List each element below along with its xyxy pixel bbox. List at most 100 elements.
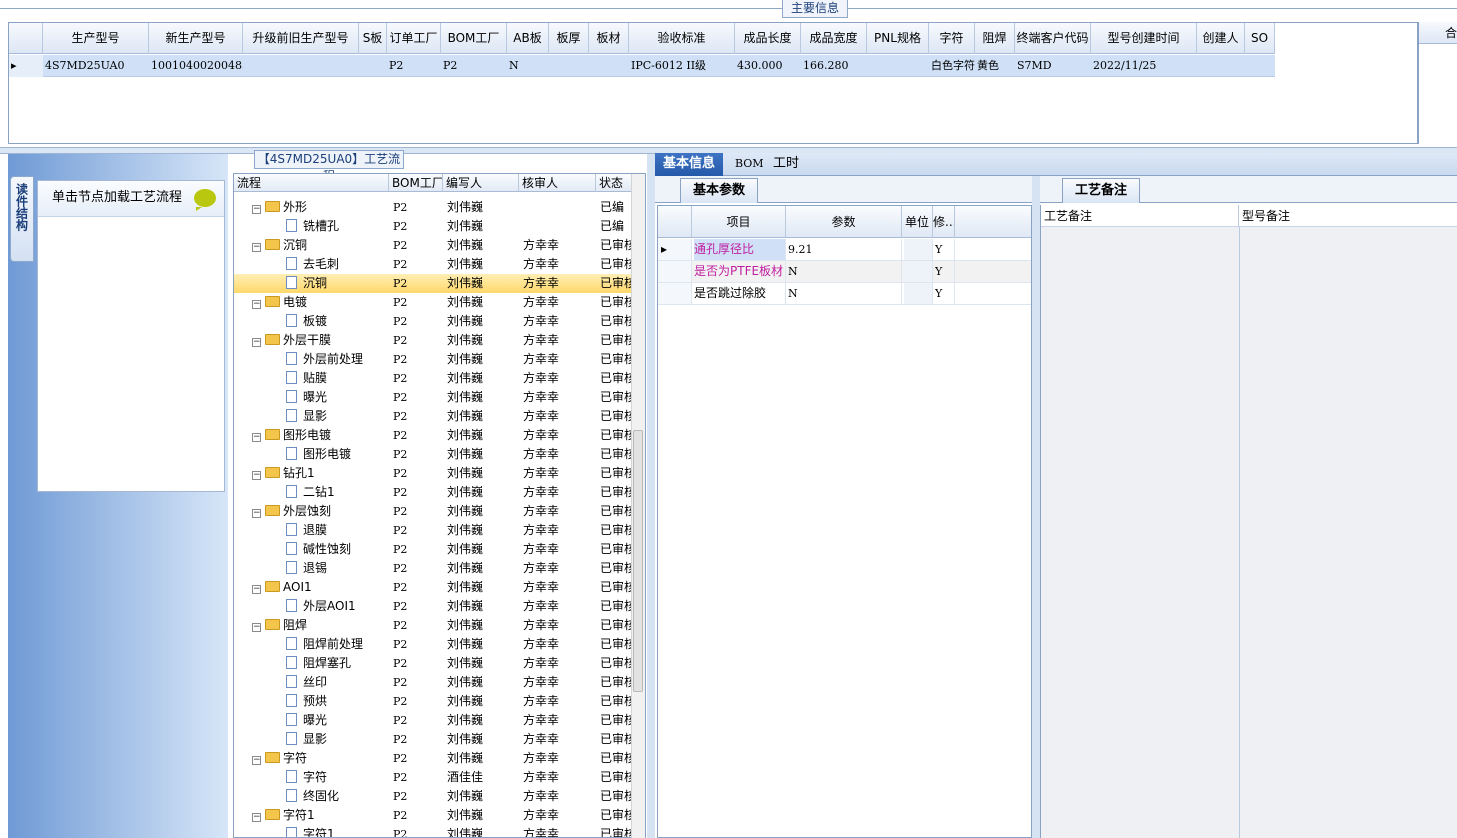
tree-row[interactable]: 阻焊前处理 P2 刘伟巍 方幸幸 已审核: [234, 635, 632, 654]
right-splitter[interactable]: [1032, 176, 1040, 838]
tree-row[interactable]: 终固化 P2 刘伟巍 方幸幸 已审核: [234, 787, 632, 806]
collapse-icon[interactable]: −: [252, 623, 261, 632]
vertical-tab-structure[interactable]: 读件结构: [10, 176, 34, 262]
collapse-icon[interactable]: −: [252, 585, 261, 594]
tree-row[interactable]: − 字符 P2 刘伟巍 方幸幸 已审核: [234, 749, 632, 768]
tree-row[interactable]: 阻焊塞孔 P2 刘伟巍 方幸幸 已审核: [234, 654, 632, 673]
tree-row[interactable]: 显影 P2 刘伟巍 方幸幸 已审核: [234, 407, 632, 426]
tree-row[interactable]: 图形电镀 P2 刘伟巍 方幸幸 已审核: [234, 445, 632, 464]
main-info-grid[interactable]: 生产型号 新生产型号 升级前旧生产型号 S板 订单工厂 BOM工厂 AB板 板厚 板材 验收标准成…: [8, 22, 1418, 144]
tab-work-hours[interactable]: 工时: [765, 153, 807, 176]
tree-row[interactable]: 显影 P2 刘伟巍 方幸幸 已审核: [234, 730, 632, 749]
column-header[interactable]: 升级前旧生产型号: [243, 23, 359, 54]
process-tree-grid[interactable]: 流程BOM工厂编写人核审人状态▲−外形P2刘伟巍已编铣槽孔P2刘伟巍已编−沉铜P…: [233, 173, 646, 838]
tree-row[interactable]: 曝光 P2 刘伟巍 方幸幸 已审核: [234, 711, 632, 730]
column-header[interactable]: S板: [359, 23, 387, 54]
table-cell[interactable]: P2: [387, 55, 441, 77]
tree-row[interactable]: − 钻孔1 P2 刘伟巍 方幸幸 已审核: [234, 464, 632, 483]
params-row[interactable]: 是否为PTFE板材 N Y: [658, 261, 1031, 283]
column-header[interactable]: 字符: [929, 23, 975, 54]
tree-row[interactable]: 外层前处理 P2 刘伟巍 方幸幸 已审核: [234, 350, 632, 369]
params-grid[interactable]: 项目 参数 单位 修... ▸ 通孔厚径比 9.21 Y 是否为PTFE板材 N Y 是否跳过除胶 N Y: [657, 205, 1032, 838]
column-header[interactable]: 成品长度: [735, 23, 801, 54]
tree-row[interactable]: − 图形电镀 P2 刘伟巍 方幸幸 已审核: [234, 426, 632, 445]
params-cell[interactable]: Y: [935, 283, 955, 304]
table-cell[interactable]: [549, 55, 589, 77]
tree-row[interactable]: 退膜 P2 刘伟巍 方幸幸 已审核: [234, 521, 632, 540]
tree-row[interactable]: 铣槽孔 P2 刘伟巍 已编: [234, 217, 632, 236]
params-cell[interactable]: 是否为PTFE板材: [694, 261, 786, 282]
params-cell[interactable]: 9.21: [788, 239, 902, 260]
table-cell[interactable]: [1245, 55, 1275, 77]
table-cell[interactable]: [359, 55, 387, 77]
table-cell[interactable]: 白色字符: [929, 55, 975, 77]
column-header[interactable]: 板厚: [549, 23, 589, 54]
collapse-icon[interactable]: −: [252, 433, 261, 442]
params-column-header[interactable]: 参数: [786, 206, 902, 238]
process-remark-text[interactable]: [1041, 227, 1239, 838]
tree-row[interactable]: 字符 P2 酒佳佳 方幸幸 已审核: [234, 768, 632, 787]
collapse-icon[interactable]: −: [252, 205, 261, 214]
column-header[interactable]: PNL规格: [867, 23, 929, 54]
tree-row[interactable]: − 外形 P2 刘伟巍 已编: [234, 198, 632, 217]
column-header[interactable]: 型号创建时间: [1091, 23, 1197, 54]
table-cell[interactable]: S7MD: [1015, 55, 1091, 77]
column-header[interactable]: 验收标准: [629, 23, 735, 54]
params-row[interactable]: ▸ 通孔厚径比 9.21 Y: [658, 239, 1031, 261]
tree-row[interactable]: 字符1 P2 刘伟巍 方幸幸 已审核: [234, 825, 632, 837]
tree-row[interactable]: 沉铜 P2 刘伟巍 方幸幸 已审核: [234, 274, 632, 293]
params-cell[interactable]: N: [788, 261, 902, 282]
column-header[interactable]: SO: [1245, 23, 1275, 54]
params-cell[interactable]: Y: [935, 239, 955, 260]
collapse-icon[interactable]: −: [252, 813, 261, 822]
tree-row[interactable]: − 外层干膜 P2 刘伟巍 方幸幸 已审核: [234, 331, 632, 350]
params-column-header[interactable]: 项目: [692, 206, 786, 238]
tree-column-header[interactable]: 状态: [596, 174, 632, 192]
tab-basic-info[interactable]: 基本信息: [655, 153, 724, 176]
tree-row[interactable]: 二钻1 P2 刘伟巍 方幸幸 已审核: [234, 483, 632, 502]
column-header[interactable]: 订单工厂: [387, 23, 441, 54]
tab-process-remarks[interactable]: 工艺备注: [1062, 178, 1140, 203]
collapse-icon[interactable]: −: [252, 756, 261, 765]
column-header[interactable]: AB板: [507, 23, 549, 54]
column-header[interactable]: 终端客户代码: [1015, 23, 1091, 54]
params-row[interactable]: 是否跳过除胶 N Y: [658, 283, 1031, 305]
tree-column-header[interactable]: 流程: [234, 174, 389, 192]
collapse-icon[interactable]: −: [252, 338, 261, 347]
column-header[interactable]: 创建人: [1197, 23, 1245, 54]
remarks-area[interactable]: 工艺备注 型号备注: [1040, 205, 1457, 838]
table-cell[interactable]: N: [507, 55, 549, 77]
tree-row[interactable]: − 字符1 P2 刘伟巍 方幸幸 已审核: [234, 806, 632, 825]
table-cell[interactable]: [867, 55, 929, 77]
collapse-icon[interactable]: −: [252, 243, 261, 252]
structure-card[interactable]: 单击节点加载工艺流程: [37, 180, 225, 492]
params-cell[interactable]: N: [788, 283, 902, 304]
collapse-icon[interactable]: −: [252, 509, 261, 518]
column-header[interactable]: 板材: [589, 23, 629, 54]
params-column-header[interactable]: 单位: [902, 206, 933, 238]
tree-row[interactable]: 碱性蚀刻 P2 刘伟巍 方幸幸 已审核: [234, 540, 632, 559]
column-header[interactable]: 新生产型号: [149, 23, 243, 54]
tree-row[interactable]: 外层AOI1 P2 刘伟巍 方幸幸 已审核: [234, 597, 632, 616]
table-cell[interactable]: [243, 55, 359, 77]
tree-row[interactable]: 丝印 P2 刘伟巍 方幸幸 已审核: [234, 673, 632, 692]
tree-scroll-thumb[interactable]: [633, 430, 643, 692]
tree-row[interactable]: − AOI1 P2 刘伟巍 方幸幸 已审核: [234, 578, 632, 597]
column-header[interactable]: 成品宽度: [801, 23, 867, 54]
tree-row[interactable]: − 阻焊 P2 刘伟巍 方幸幸 已审核: [234, 616, 632, 635]
table-cell[interactable]: 4S7MD25UA0: [43, 55, 149, 77]
tree-row[interactable]: − 外层蚀刻 P2 刘伟巍 方幸幸 已审核: [234, 502, 632, 521]
params-cell[interactable]: [904, 261, 933, 282]
tree-row[interactable]: 退锡 P2 刘伟巍 方幸幸 已审核: [234, 559, 632, 578]
tree-row[interactable]: − 电镀 P2 刘伟巍 方幸幸 已审核: [234, 293, 632, 312]
tree-column-header[interactable]: BOM工厂: [389, 174, 443, 192]
middle-splitter[interactable]: [647, 154, 655, 838]
table-cell[interactable]: IPC-6012 II级: [629, 55, 735, 77]
tree-row[interactable]: − 沉铜 P2 刘伟巍 方幸幸 已审核: [234, 236, 632, 255]
collapse-icon[interactable]: −: [252, 300, 261, 309]
params-cell[interactable]: 通孔厚径比: [694, 239, 786, 260]
table-cell[interactable]: 黄色: [975, 55, 1015, 77]
tree-row[interactable]: 贴膜 P2 刘伟巍 方幸幸 已审核: [234, 369, 632, 388]
params-cell[interactable]: Y: [935, 261, 955, 282]
params-cell[interactable]: [904, 239, 933, 260]
